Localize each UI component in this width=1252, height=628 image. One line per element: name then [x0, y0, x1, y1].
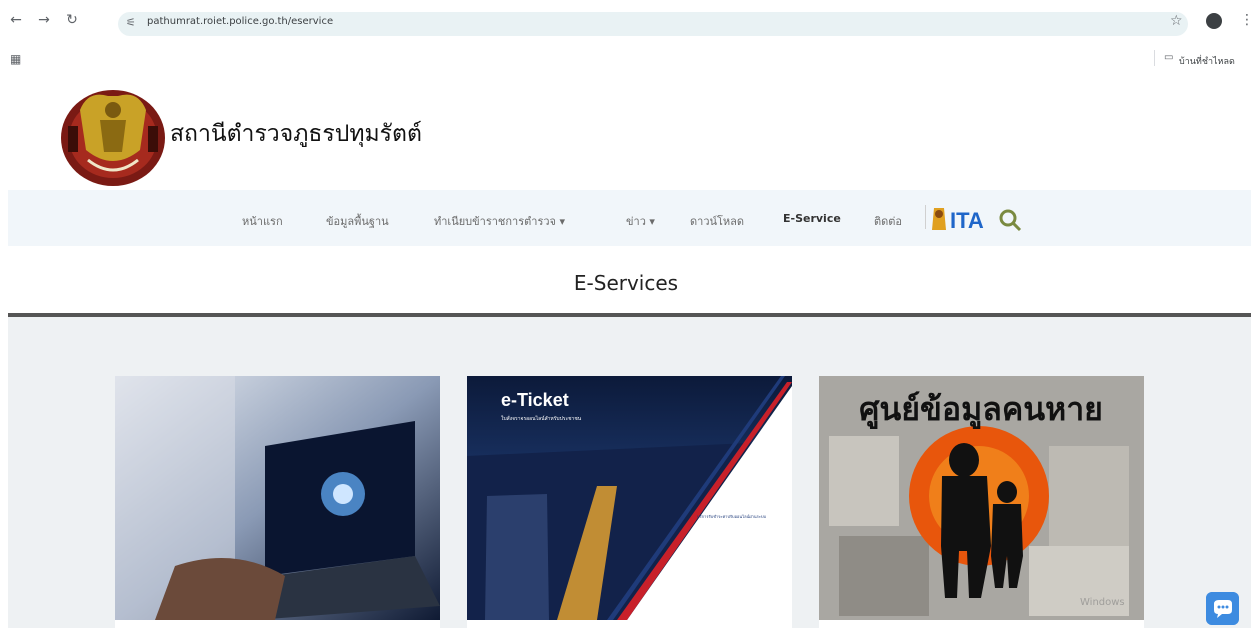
menu-icon[interactable]: ⋮ [1240, 12, 1252, 28]
apps-grid-icon[interactable]: ▦ [10, 52, 21, 66]
nav-basic-info[interactable]: ข้อมูลพื้นฐาน [326, 212, 389, 230]
e-ticket-note: บริการรับชำระค่าปรับออนไลน์ผ่านระบบ [697, 514, 766, 519]
chat-icon[interactable] [1206, 592, 1239, 625]
reload-icon[interactable]: ↻ [62, 10, 82, 30]
nav-separator [925, 205, 926, 229]
site-title[interactable]: สถานีตำรวจภูธรปทุมรัตต์ [170, 116, 422, 152]
bookmark-folder-label[interactable]: บ้านที่ชำไหลด [1179, 54, 1235, 68]
profile-icon[interactable] [1206, 13, 1222, 29]
nav-download[interactable]: ดาวน์โหลด [690, 212, 744, 230]
windows-watermark: Windows [1080, 597, 1125, 608]
missing-persons-title: ศูนย์ข้อมูลคนหาย [859, 390, 1103, 430]
ita-logo[interactable]: ITA [930, 202, 1026, 234]
eservice-card-2[interactable]: e-Ticket ใบสั่งจราจรออนไลน์สำหรับประชาชน… [467, 376, 792, 628]
nav-home[interactable]: หน้าแรก [242, 212, 283, 230]
forward-icon[interactable]: → [34, 10, 54, 30]
e-ticket-image[interactable]: e-Ticket ใบสั่งจราจรออนไลน์สำหรับประชาชน… [467, 376, 792, 620]
laptop-security-image[interactable] [115, 376, 440, 620]
site-info-icon[interactable]: ⚟ [126, 16, 136, 29]
e-ticket-subtitle: ใบสั่งจราจรออนไลน์สำหรับประชาชน [501, 415, 582, 422]
folder-icon[interactable]: ▭ [1164, 52, 1173, 63]
page-heading: E-Services [573, 271, 679, 295]
eservice-card-1[interactable] [115, 376, 440, 628]
nav-eservice[interactable]: E-Service [783, 212, 841, 225]
ita-label: ITA [950, 208, 984, 233]
nav-news[interactable]: ข่าว ▾ [626, 212, 655, 230]
bookmarks-divider [1154, 50, 1155, 66]
e-ticket-title: e-Ticket [501, 390, 569, 410]
bookmark-star-icon[interactable]: ☆ [1170, 13, 1183, 29]
nav-contact[interactable]: ติดต่อ [874, 212, 902, 230]
eservice-card-3[interactable]: ศูนย์ข้อมูลคนหาย [819, 376, 1144, 628]
missing-persons-image[interactable]: ศูนย์ข้อมูลคนหาย [819, 376, 1144, 620]
back-icon[interactable]: ← [6, 10, 26, 30]
url-text[interactable]: pathumrat.roiet.police.go.th/eservice [147, 16, 333, 27]
nav-officer-directory[interactable]: ทำเนียบข้าราชการตำรวจ ▾ [434, 212, 565, 230]
bookmarks-bar [0, 40, 1252, 80]
police-logo[interactable] [58, 80, 168, 188]
